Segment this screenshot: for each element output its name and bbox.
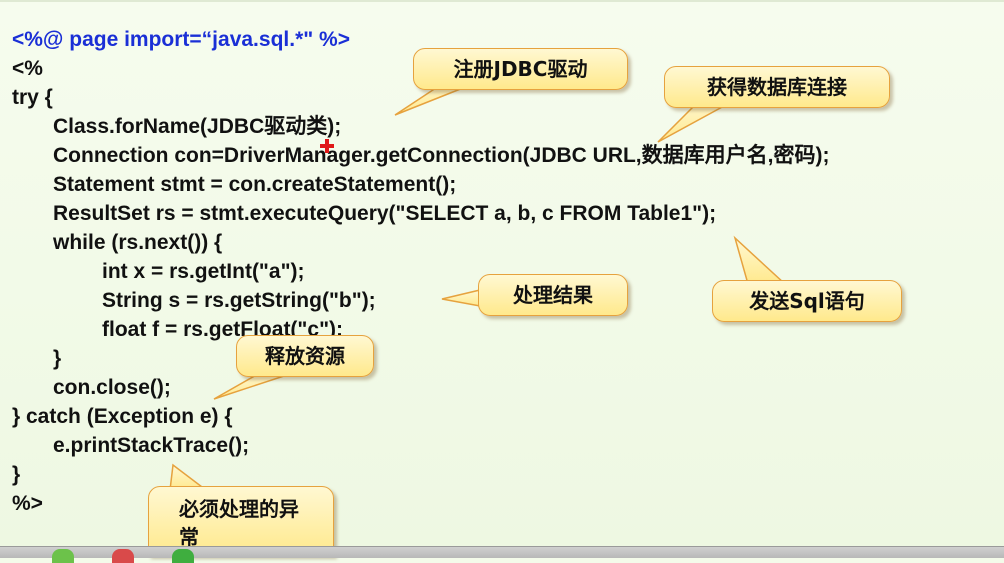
callout-release-resources: 释放资源 — [236, 335, 374, 377]
tail-release-resources — [213, 373, 291, 400]
code-line-get-string: String s = rs.getString("b"); — [102, 289, 376, 312]
code-line-class-forname: Class.forName(JDBC驱动类); — [53, 115, 342, 138]
callout-process-result: 处理结果 — [478, 274, 628, 316]
tail-process-result — [441, 289, 481, 307]
code-line-close-catch: } — [12, 463, 21, 486]
callout-get-connection: 获得数据库连接 — [664, 66, 890, 108]
callout-send-sql: 发送Sql语句 — [712, 280, 902, 322]
code-line-create-statement: Statement stmt = con.createStatement(); — [53, 173, 457, 196]
code-line-try: try { — [12, 86, 53, 109]
cursor-plus-icon — [320, 139, 334, 153]
code-line-print-stack-trace: e.printStackTrace(); — [53, 434, 250, 457]
code-line-close-scriptlet: %> — [12, 492, 43, 515]
top-divider — [0, 0, 1004, 2]
code-line-get-int: int x = rs.getInt("a"); — [102, 260, 305, 283]
code-line-while: while (rs.next()) { — [53, 231, 223, 254]
code-line-open-scriptlet: <% — [12, 57, 43, 80]
taskbar-app-icon[interactable] — [172, 549, 194, 563]
taskbar-app-icon[interactable] — [112, 549, 134, 563]
page-directive: <%@ page import=“java.sql.*" %> — [12, 28, 350, 51]
code-line-catch: } catch (Exception e) { — [12, 405, 233, 428]
tail-send-sql — [733, 235, 787, 285]
taskbar-app-icon[interactable] — [52, 549, 74, 563]
code-line-con-close: con.close(); — [53, 376, 171, 399]
code-line-get-connection: Connection con=DriverManager.getConnecti… — [53, 144, 830, 167]
code-line-execute-query: ResultSet rs = stmt.executeQuery("SELECT… — [53, 202, 717, 225]
slide: <%@ page import=“java.sql.*" %> <% try {… — [0, 0, 1004, 563]
code-line-close-while: } — [53, 347, 62, 370]
taskbar — [0, 546, 1004, 563]
callout-register-driver: 注册JDBC驱动 — [413, 48, 628, 90]
